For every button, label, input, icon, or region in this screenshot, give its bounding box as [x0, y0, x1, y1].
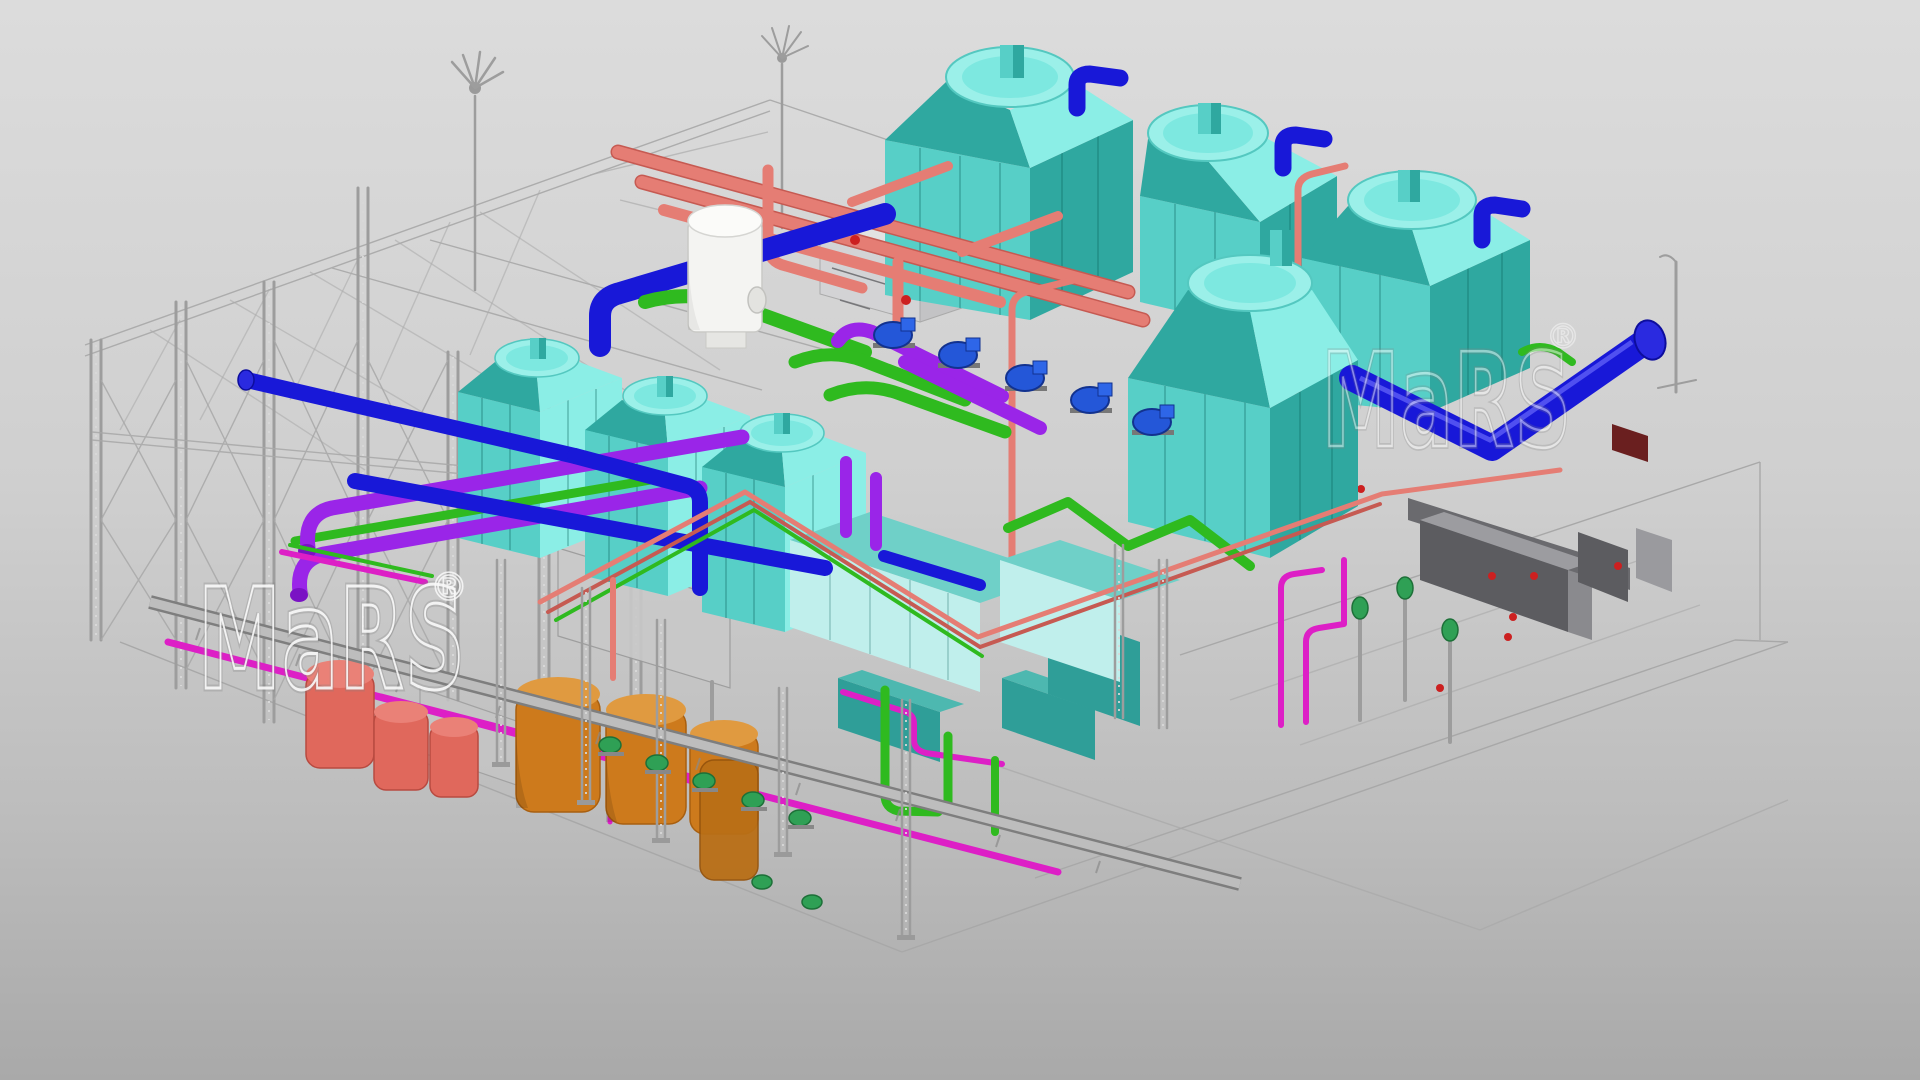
svg-text:MaRS: MaRS	[1322, 325, 1572, 477]
salmon-tank	[430, 717, 478, 797]
expansion-tank-white	[688, 205, 766, 348]
lightning-mast-left	[452, 52, 503, 290]
orange-tank	[606, 694, 686, 824]
blue-pump	[1070, 383, 1112, 413]
blue-pump	[873, 318, 915, 348]
bim-3d-scene: MaRS MaRS ® MaRS MaRS ®	[0, 0, 1920, 1080]
registered-mark: ®	[1546, 317, 1582, 357]
blue-pump	[938, 338, 980, 368]
watermark-right: MaRS MaRS ®	[1322, 317, 1582, 477]
model-viewport: MaRS MaRS ® MaRS MaRS ®	[0, 0, 1920, 1080]
watermark-left: MaRS MaRS ®	[198, 559, 470, 722]
svg-text:MaRS: MaRS	[198, 559, 466, 722]
registered-mark: ®	[430, 565, 470, 609]
inline-pump-risers	[1352, 577, 1458, 742]
